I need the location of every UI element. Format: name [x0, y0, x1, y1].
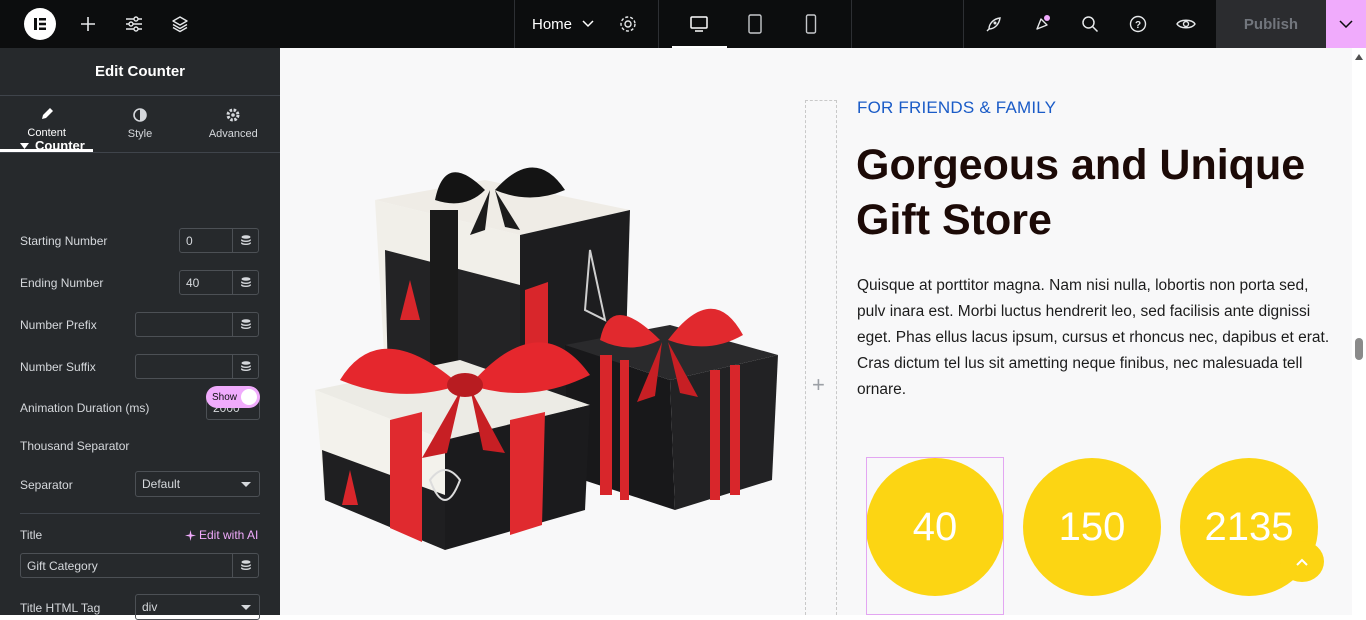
toggle-knob [241, 389, 257, 405]
ending-number-label: Ending Number [20, 276, 104, 290]
title-html-tag-label: Title HTML Tag [20, 601, 101, 615]
caret-down-icon [241, 482, 251, 487]
section-title: Counter [35, 138, 85, 153]
number-suffix-label: Number Suffix [20, 360, 96, 374]
tab-label: Advanced [208, 128, 258, 140]
description-paragraph: Quisque at porttitor magna. Nam nisi nul… [857, 277, 1330, 398]
sparkle-icon [185, 529, 196, 541]
svg-text:?: ? [1135, 20, 1141, 31]
mobile-icon[interactable] [791, 0, 831, 48]
chevron-down-icon [582, 20, 594, 28]
title-html-tag-select[interactable]: div [135, 594, 260, 620]
dynamic-tags-icon[interactable] [232, 312, 259, 337]
tab-label: Style [127, 128, 153, 140]
number-prefix-input[interactable] [135, 312, 233, 337]
page-name: Home [532, 15, 573, 33]
add-element-icon[interactable]: + [812, 372, 825, 398]
settings-sliders-icon[interactable] [114, 0, 154, 48]
select-value: Default [142, 477, 181, 491]
separator-label: Separator [20, 478, 73, 492]
tablet-icon[interactable] [735, 0, 775, 48]
elementor-logo-icon[interactable] [24, 8, 56, 40]
section-counter-toggle[interactable]: Counter [20, 138, 85, 153]
search-icon[interactable] [1070, 0, 1110, 48]
add-icon[interactable] [68, 0, 108, 48]
chevron-up-icon [1296, 558, 1308, 566]
ending-number-input[interactable]: 40 [179, 270, 233, 295]
dynamic-tags-icon[interactable] [232, 553, 259, 578]
notification-icon[interactable] [1022, 0, 1062, 48]
half-circle-icon [133, 108, 147, 122]
edit-with-ai-button[interactable]: Edit with AI [185, 528, 258, 542]
edit-with-ai-label: Edit with AI [199, 528, 259, 542]
separator [963, 0, 964, 48]
gear-icon [226, 108, 240, 122]
animation-duration-label: Animation Duration (ms) [20, 401, 150, 415]
caret-down-icon [20, 142, 29, 149]
gear-icon[interactable] [608, 0, 648, 48]
dynamic-tags-icon[interactable] [232, 228, 259, 253]
thousand-separator-toggle[interactable]: Show [206, 386, 260, 408]
publish-button[interactable]: Publish [1216, 0, 1326, 48]
separator [514, 0, 515, 48]
separator [658, 0, 659, 48]
tab-style[interactable]: Style [93, 96, 186, 152]
scrollbar-thumb[interactable] [1355, 338, 1363, 360]
panel-title: Edit Counter [0, 48, 280, 96]
dynamic-tags-icon[interactable] [232, 354, 259, 379]
dynamic-tags-icon[interactable] [232, 270, 259, 295]
page-selector[interactable]: Home [532, 0, 594, 48]
divider [20, 513, 260, 514]
separator [851, 0, 852, 48]
thousand-separator-label: Thousand Separator [20, 439, 130, 453]
scroll-up-arrow-icon [1355, 54, 1363, 60]
title-label: Title [20, 528, 43, 542]
chevron-down-icon [1339, 20, 1353, 28]
scroll-to-top-button[interactable] [1280, 541, 1324, 582]
help-icon[interactable]: ? [1118, 0, 1158, 48]
starting-number-label: Starting Number [20, 234, 108, 248]
page-headline: Gorgeous and Unique Gift Store [856, 141, 1306, 244]
tab-label: Content [27, 126, 66, 139]
toggle-label: Show [212, 391, 238, 403]
counter-2[interactable]: 150 [1023, 458, 1161, 596]
number-suffix-input[interactable] [135, 354, 233, 379]
pencil-icon [41, 107, 53, 119]
rocket-icon[interactable] [974, 0, 1014, 48]
tab-advanced[interactable]: Advanced [187, 96, 280, 152]
select-value: div [142, 600, 158, 614]
publish-options-button[interactable] [1326, 0, 1366, 48]
editor-top-bar: Home ? Publish [0, 0, 1366, 48]
section-kicker: FOR FRIENDS & FAMILY [857, 98, 1057, 117]
column-drop-zone[interactable] [805, 100, 837, 615]
desktop-icon[interactable] [679, 0, 719, 48]
canvas-scrollbar[interactable] [1352, 48, 1366, 615]
separator-select[interactable]: Default [135, 471, 260, 497]
gift-boxes-image[interactable] [310, 130, 780, 560]
starting-number-input[interactable]: 0 [179, 228, 233, 253]
number-prefix-label: Number Prefix [20, 318, 97, 332]
selected-widget-outline [866, 457, 1004, 615]
title-input[interactable]: Gift Category [20, 553, 233, 578]
layers-icon[interactable] [160, 0, 200, 48]
eye-icon[interactable] [1166, 0, 1206, 48]
caret-down-icon [241, 605, 251, 610]
